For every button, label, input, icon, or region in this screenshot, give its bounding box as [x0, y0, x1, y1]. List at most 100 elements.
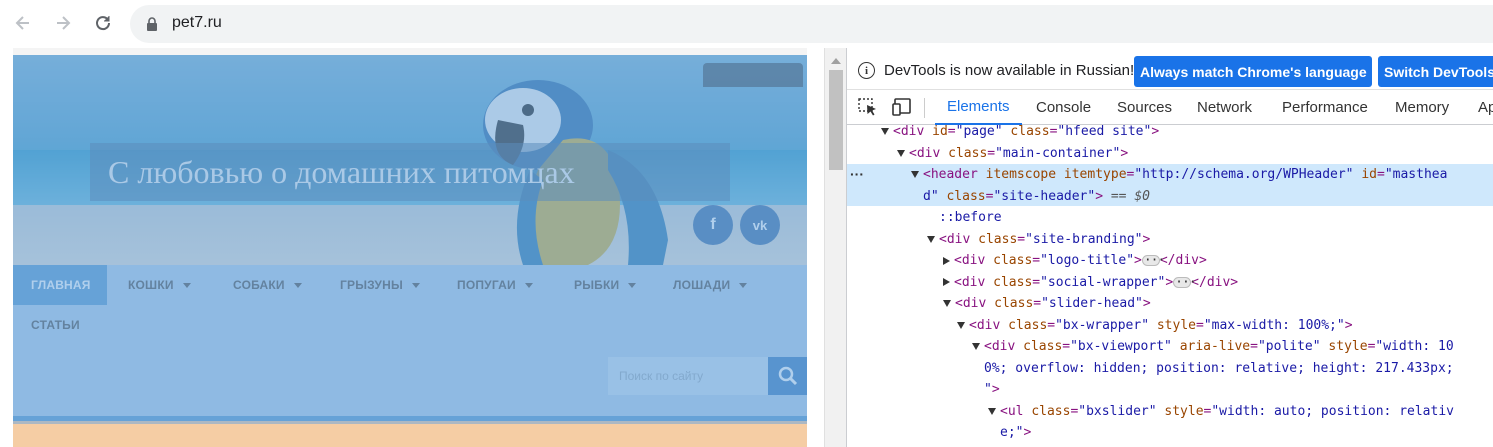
selected-node-marker: == $0	[1103, 188, 1150, 204]
attr-name: class	[946, 188, 986, 204]
attr-name: class	[1010, 124, 1050, 139]
attr-value: "page"	[955, 124, 1003, 139]
dom-node-logo-title[interactable]: <div class="logo-title"></div>	[847, 250, 1493, 271]
menu-item-home[interactable]: ГЛАВНАЯ	[13, 265, 107, 305]
dom-node-site-branding[interactable]: <div class="site-branding">	[847, 229, 1493, 250]
attr-name: style	[1156, 317, 1196, 333]
expand-triangle-icon[interactable]	[881, 128, 889, 135]
attr-value: "polite"	[1257, 339, 1321, 354]
menu-item-fish[interactable]: РЫБКИ	[574, 265, 637, 305]
dom-node-bx-wrapper[interactable]: <div class="bx-wrapper" style="max-width…	[847, 315, 1493, 336]
arrow-left-icon	[15, 16, 29, 30]
search-input[interactable]: Поиск по сайту	[608, 357, 768, 395]
scroll-thumb[interactable]	[829, 70, 843, 170]
tag-end: >	[1142, 296, 1151, 311]
lock-icon	[147, 17, 157, 31]
attr-value: "	[984, 382, 992, 397]
menu-item-dogs[interactable]: СОБАКИ	[233, 265, 302, 305]
attr-name: class	[993, 253, 1033, 268]
website: С любовью о домашних питомцах f vk ГЛАВН…	[13, 48, 807, 447]
back-button[interactable]	[9, 9, 37, 37]
header-banner: С любовью о домашних питомцах f vk	[13, 55, 807, 265]
dom-node-bx-viewport-wrap: 0%; overflow: hidden; position: relative…	[847, 358, 1493, 379]
page-viewport: С любовью о домашних питомцах f vk ГЛАВН…	[0, 48, 824, 447]
chevron-down-icon	[182, 282, 191, 288]
dom-node-bxslider[interactable]: <ul class="bxslider" style="width: auto;…	[847, 401, 1493, 422]
dom-node-page[interactable]: <div id="page" class="hfeed site">	[847, 121, 1493, 142]
ellipsis-icon[interactable]	[1141, 250, 1164, 271]
attr-name: class	[978, 231, 1018, 247]
expand-triangle-icon[interactable]	[943, 300, 951, 307]
inspect-element-icon[interactable]	[858, 98, 878, 116]
dom-node-bx-viewport[interactable]: <div class="bx-viewport" aria-live="poli…	[847, 336, 1493, 357]
tab-performance[interactable]: Performance	[1282, 90, 1368, 125]
reload-icon	[96, 16, 111, 31]
reload-button[interactable]	[89, 9, 117, 37]
tab-elements[interactable]: Elements	[935, 90, 1022, 125]
collapse-triangle-icon[interactable]	[943, 256, 950, 265]
dom-node-before-pseudo[interactable]: ::before	[847, 207, 1493, 228]
more-options-icon[interactable]: ···	[850, 164, 864, 185]
attr-name: class	[993, 274, 1033, 290]
menu-item-label: ГРЫЗУНЫ	[340, 278, 403, 292]
menu-item-label: РЫБКИ	[574, 278, 620, 292]
expand-triangle-icon[interactable]	[988, 407, 996, 415]
scroll-up-icon[interactable]	[831, 58, 841, 64]
attr-value: "masthea	[1384, 167, 1448, 182]
tab-application[interactable]: Ap	[1478, 90, 1493, 125]
tag-open: <div	[954, 253, 994, 268]
attr-name: itemscope	[985, 167, 1057, 182]
tag-open: <div	[969, 317, 1009, 333]
tab-memory[interactable]: Memory	[1395, 90, 1449, 125]
dom-node-slider-head[interactable]: <div class="slider-head">	[847, 293, 1493, 314]
dom-node-social-wrapper[interactable]: <div class="social-wrapper"></div>	[847, 272, 1493, 293]
menu-item-articles[interactable]: СТАТЬИ	[31, 305, 80, 345]
menu-item-parrots[interactable]: ПОПУГАИ	[457, 265, 533, 305]
page-scrollbar[interactable]	[824, 48, 846, 447]
menu-item-label: КОШКИ	[128, 278, 174, 292]
devtools-panel: i DevTools is now available in Russian! …	[846, 48, 1493, 447]
chevron-down-icon	[411, 282, 420, 288]
expand-triangle-icon[interactable]	[911, 171, 919, 178]
url-text: pet7.ru	[172, 14, 222, 31]
attr-name: class	[994, 296, 1034, 311]
tag-close: </div>	[1159, 253, 1207, 268]
search-icon	[778, 366, 797, 386]
address-bar[interactable]: pet7.ru	[130, 5, 1493, 43]
menu-item-rodents[interactable]: ГРЫЗУНЫ	[340, 265, 420, 305]
attr-value: "main-container"	[995, 145, 1121, 161]
menu-item-label: ГЛАВНАЯ	[31, 278, 91, 292]
collapse-triangle-icon[interactable]	[943, 278, 950, 286]
tab-network[interactable]: Network	[1197, 90, 1252, 125]
vk-icon[interactable]: vk	[740, 205, 780, 245]
chevron-down-icon	[739, 282, 748, 288]
attr-value: "width: 10	[1375, 339, 1454, 354]
expand-triangle-icon[interactable]	[972, 343, 980, 350]
search-button[interactable]	[768, 357, 807, 395]
expand-triangle-icon[interactable]	[927, 235, 935, 243]
menu-item-label: ПОПУГАИ	[457, 278, 516, 292]
tag-end: >	[1120, 145, 1129, 161]
facebook-icon[interactable]: f	[693, 205, 733, 245]
tab-sources[interactable]: Sources	[1117, 90, 1172, 125]
menu-item-horses[interactable]: ЛОШАДИ	[673, 265, 748, 305]
main-menu: ГЛАВНАЯ КОШКИ СОБАКИ ГРЫЗУНЫ ПОПУГАИ РЫБ…	[13, 265, 807, 416]
menu-item-cats[interactable]: КОШКИ	[128, 265, 191, 305]
expand-triangle-icon[interactable]	[957, 321, 965, 329]
device-toolbar-icon[interactable]	[892, 98, 914, 116]
switch-devtools-button[interactable]: Switch DevTools	[1378, 56, 1493, 87]
ellipsis-icon[interactable]	[1173, 272, 1196, 293]
attr-value: "logo-title"	[1040, 253, 1135, 268]
tab-console[interactable]: Console	[1036, 90, 1091, 125]
tag-open: <div	[955, 296, 995, 311]
forward-button[interactable]	[49, 9, 77, 37]
tag-open: <header	[923, 167, 986, 182]
arrow-right-icon	[57, 16, 71, 30]
expand-triangle-icon[interactable]	[897, 149, 905, 157]
dom-node-main-container[interactable]: <div class="main-container">	[847, 143, 1493, 164]
attr-value: "site-branding"	[1025, 231, 1143, 247]
toolbar-divider	[924, 98, 925, 118]
always-match-language-button[interactable]: Always match Chrome's language	[1134, 56, 1372, 87]
site-title[interactable]: С любовью о домашних питомцах	[90, 143, 730, 201]
tag-open: <div	[893, 124, 933, 139]
